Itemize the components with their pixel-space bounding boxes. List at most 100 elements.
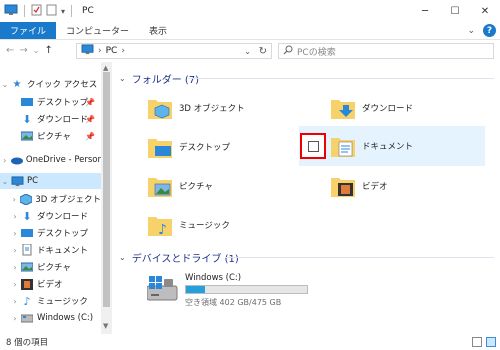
folder-music[interactable]: ♪ ミュージック <box>147 208 307 242</box>
chevron-right-icon[interactable]: › <box>0 156 10 165</box>
search-icon <box>283 45 293 58</box>
drive-windows-c[interactable]: Windows (C:) 空き領域 402 GB/475 GB <box>146 270 308 310</box>
close-icon[interactable]: ✕ <box>470 0 500 22</box>
sidebar-label: ダウンロード <box>37 115 89 125</box>
ribbon-expand-icon[interactable]: ⌄ <box>467 26 475 36</box>
item-count: 8 個の項目 <box>6 338 49 348</box>
address-bar[interactable]: › PC › ⌄ ↻ <box>76 43 272 59</box>
folder-desktop[interactable]: デスクトップ <box>147 130 307 164</box>
folders-group-header[interactable]: ⌄ フォルダー (7) <box>119 71 199 86</box>
drive-usage-fill <box>186 286 205 293</box>
pictures-icon <box>20 130 34 142</box>
properties-icon[interactable] <box>31 4 42 19</box>
pin-icon[interactable]: 📌 <box>85 132 95 141</box>
videos-folder-icon <box>330 174 356 198</box>
folder-3d-objects[interactable]: 3D オブジェクト <box>147 91 307 125</box>
chevron-right-icon[interactable]: › <box>10 263 20 272</box>
sidebar-item-desktop[interactable]: デスクトップ 📌 <box>0 94 101 110</box>
devices-group-header[interactable]: ⌄ デバイスとドライブ (1) <box>119 250 239 265</box>
sidebar-item-pictures[interactable]: ピクチャ 📌 <box>0 128 101 144</box>
sidebar-item-music[interactable]: › ♪ ミュージック <box>0 293 101 309</box>
search-input[interactable]: PCの検索 <box>297 45 336 58</box>
help-icon[interactable]: ? <box>483 24 496 37</box>
chevron-right-icon[interactable]: › <box>10 314 20 323</box>
sidebar-label: OneDrive - Persor <box>25 155 101 165</box>
downloads-folder-icon <box>330 96 356 120</box>
sidebar-item-desktop-pc[interactable]: › デスクトップ <box>0 225 101 241</box>
sidebar-scroll-thumb[interactable] <box>103 72 110 307</box>
chevron-right-icon[interactable]: › <box>10 297 20 306</box>
sidebar-item-videos[interactable]: › ビデオ <box>0 276 101 292</box>
tab-view[interactable]: 表示 <box>139 22 177 39</box>
sidebar-item-documents[interactable]: › ドキュメント <box>0 242 101 258</box>
tiles-view-icon[interactable] <box>486 337 496 347</box>
sidebar-label: PC <box>27 176 39 186</box>
windows-drive-icon <box>20 312 34 324</box>
sidebar-item-downloads[interactable]: ⬇ ダウンロード 📌 <box>0 111 101 127</box>
recent-dropdown-icon[interactable]: ⌄ <box>33 46 40 55</box>
pictures-icon <box>20 261 34 273</box>
cloud-icon <box>10 154 23 166</box>
drive-space-text: 空き領域 402 GB/475 GB <box>185 298 282 307</box>
download-icon: ⬇ <box>22 112 32 126</box>
title-bar: ▾ PC ─ ☐ ✕ <box>0 0 500 22</box>
new-folder-icon[interactable] <box>46 4 57 19</box>
desktop-icon <box>20 96 34 108</box>
checkbox-square[interactable] <box>307 140 319 152</box>
folder-downloads[interactable]: ダウンロード <box>330 91 490 125</box>
folder-pictures[interactable]: ピクチャ <box>147 169 307 203</box>
folder-label: ピクチャ <box>179 182 213 192</box>
address-path[interactable]: PC <box>106 46 118 56</box>
chevron-down-icon[interactable]: ⌄ <box>119 74 126 83</box>
chevron-down-icon[interactable]: ⌄ <box>0 177 10 186</box>
documents-folder-icon <box>330 134 356 158</box>
ribbon-tabs: ファイル コンピューター 表示 ⌄ ? <box>0 22 500 39</box>
chevron-right-icon[interactable]: › <box>10 280 20 289</box>
folder-label: ダウンロード <box>362 104 414 114</box>
pc-icon <box>4 4 18 19</box>
3d-objects-folder-icon <box>147 96 173 120</box>
details-view-icon[interactable] <box>472 337 482 347</box>
chevron-down-icon[interactable]: ⌄ <box>119 253 126 262</box>
folder-label: 3D オブジェクト <box>179 104 245 114</box>
folder-label: デスクトップ <box>179 143 231 153</box>
navigation-bar: ← → ⌄ ↑ › PC › ⌄ ↻ PCの検索 <box>0 39 500 61</box>
sidebar-label: ドキュメント <box>37 246 89 256</box>
refresh-icon[interactable]: ↻ <box>259 46 267 57</box>
maximize-icon[interactable]: ☐ <box>440 0 470 22</box>
address-dropdown-icon[interactable]: ⌄ <box>244 47 251 56</box>
sidebar-item-3d-objects[interactable]: › 3D オブジェクト <box>0 191 101 207</box>
chevron-down-icon[interactable]: ⌄ <box>0 80 10 89</box>
pin-icon[interactable]: 📌 <box>85 98 95 107</box>
sidebar-label: デスクトップ <box>37 229 89 239</box>
chevron-right-icon[interactable]: › <box>10 195 20 204</box>
chevron-right-icon[interactable]: › <box>10 229 20 238</box>
chevron-right-icon[interactable]: › <box>10 246 20 255</box>
sidebar-item-pictures-pc[interactable]: › ピクチャ <box>0 259 101 275</box>
pin-icon[interactable]: 📌 <box>85 115 95 124</box>
search-box[interactable]: PCの検索 <box>278 43 494 59</box>
folder-videos[interactable]: ビデオ <box>330 169 490 203</box>
folder-documents[interactable]: ドキュメント <box>299 126 485 166</box>
sidebar-label: ダウンロード <box>37 212 89 222</box>
scroll-up-icon[interactable]: ▲ <box>103 64 108 72</box>
item-checkbox[interactable] <box>300 133 326 159</box>
forward-arrow-icon[interactable]: → <box>19 45 27 56</box>
sidebar-item-pc[interactable]: ⌄ PC <box>0 173 101 189</box>
pc-icon <box>10 175 24 187</box>
sidebar-item-downloads-pc[interactable]: › ⬇ ダウンロード <box>0 208 101 224</box>
scroll-down-icon[interactable]: ▼ <box>103 322 108 330</box>
tab-computer[interactable]: コンピューター <box>56 22 139 39</box>
tab-file[interactable]: ファイル <box>0 22 57 39</box>
sidebar-label: デスクトップ <box>37 98 89 108</box>
sidebar-item-windows-c[interactable]: › Windows (C:) <box>0 310 101 326</box>
minimize-icon[interactable]: ─ <box>410 0 440 22</box>
music-folder-icon: ♪ <box>147 213 173 238</box>
sidebar-item-quick-access[interactable]: ⌄ ★ クイック アクセス <box>0 76 101 92</box>
address-separator: › <box>98 46 102 56</box>
quick-access-dropdown-icon[interactable]: ▾ <box>61 7 65 16</box>
up-arrow-icon[interactable]: ↑ <box>44 45 52 56</box>
back-arrow-icon[interactable]: ← <box>6 45 14 56</box>
sidebar-item-onedrive[interactable]: › OneDrive - Persor <box>0 152 101 168</box>
chevron-right-icon[interactable]: › <box>10 212 20 221</box>
